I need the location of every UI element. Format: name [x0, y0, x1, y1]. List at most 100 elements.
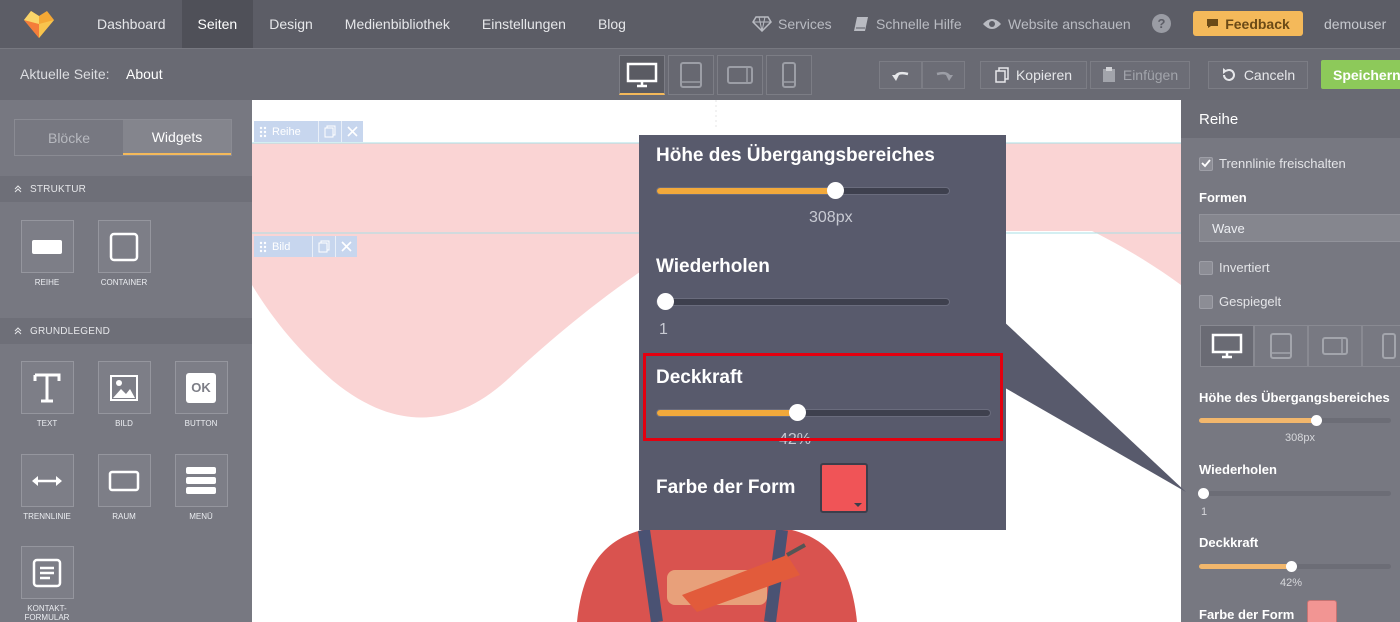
image-tag-label: Bild: [272, 240, 291, 253]
widget-contact-form[interactable]: KONTAKT- FORMULAR: [12, 546, 82, 622]
current-page-label: Aktuelle Seite:: [20, 66, 110, 82]
widget-container[interactable]: CONTAINER: [89, 220, 159, 287]
rp-opacity-knob[interactable]: [1286, 561, 1298, 572]
popup-repeat-label: Wiederholen: [656, 256, 770, 277]
shape-select[interactable]: Wave: [1199, 214, 1400, 242]
tab-blocks[interactable]: Blöcke: [15, 120, 123, 155]
copy-label: Kopieren: [1015, 67, 1073, 83]
speech-bubble-icon: [1207, 19, 1219, 28]
logo-icon: [24, 11, 54, 38]
feedback-button[interactable]: Feedback: [1193, 11, 1303, 36]
close-icon[interactable]: [341, 121, 363, 142]
popup-transition-knob[interactable]: [827, 182, 845, 199]
device-tablet-landscape-button[interactable]: [717, 55, 763, 95]
row-icon: [32, 239, 62, 254]
inverted-checkbox[interactable]: Invertiert: [1199, 260, 1270, 275]
row-element-tag[interactable]: Reihe: [254, 121, 363, 142]
user-menu[interactable]: demouser: [1324, 0, 1386, 48]
shapes-label: Formen: [1199, 190, 1247, 205]
widget-menu[interactable]: MENÜ: [166, 454, 236, 521]
panel-tabs: Blöcke Widgets: [14, 119, 232, 156]
rp-transition-value: 308px: [1285, 432, 1315, 444]
cancel-button[interactable]: Canceln: [1208, 61, 1308, 89]
current-page-selector[interactable]: About: [126, 66, 163, 82]
nav-settings[interactable]: Einstellungen: [466, 0, 582, 48]
drag-handle-icon[interactable]: [254, 121, 272, 142]
widget-image[interactable]: BILD: [89, 361, 159, 428]
paste-button[interactable]: Einfügen: [1090, 61, 1190, 89]
rp-device-desktop[interactable]: [1200, 325, 1254, 367]
quick-help-label: Schnelle Hilfe: [876, 16, 962, 32]
rp-transition-knob[interactable]: [1311, 415, 1323, 426]
section-basic-label: GRUNDLEGEND: [30, 325, 110, 337]
tablet-landscape-icon: [1322, 337, 1348, 355]
rp-device-phone[interactable]: [1362, 325, 1400, 367]
rp-repeat-label: Wiederholen: [1199, 462, 1277, 477]
cancel-label: Canceln: [1243, 67, 1296, 83]
rp-opacity-slider[interactable]: [1199, 561, 1391, 572]
rp-device-tablet-landscape[interactable]: [1308, 325, 1362, 367]
phone-icon: [1382, 333, 1396, 359]
nav-media-library[interactable]: Medienbibliothek: [329, 0, 466, 48]
widget-row[interactable]: REIHE: [12, 220, 82, 287]
quick-help-link[interactable]: Schnelle Hilfe: [852, 0, 962, 48]
rp-device-tablet[interactable]: [1254, 325, 1308, 367]
device-desktop-button[interactable]: [619, 55, 665, 95]
paste-icon: [1102, 67, 1115, 82]
save-button[interactable]: Speichern: [1321, 60, 1400, 89]
logo[interactable]: [0, 0, 78, 48]
mirrored-checkbox[interactable]: Gespiegelt: [1199, 294, 1281, 309]
popup-repeat-slider[interactable]: [656, 293, 950, 310]
caret-down-icon: [854, 503, 862, 507]
opacity-highlight-frame: [643, 353, 1003, 441]
section-structure[interactable]: STRUKTUR: [0, 176, 252, 202]
widget-button[interactable]: OK BUTTON: [166, 361, 236, 428]
section-basic[interactable]: GRUNDLEGEND: [0, 318, 252, 344]
copy-icon[interactable]: [318, 121, 341, 142]
enable-divider-checkbox[interactable]: Trennlinie freischalten: [1199, 156, 1346, 171]
widget-contact-form-label: KONTAKT- FORMULAR: [24, 604, 70, 622]
services-link[interactable]: Services: [752, 0, 832, 48]
help-icon[interactable]: ?: [1152, 14, 1171, 33]
menu-icon: [186, 466, 216, 494]
paste-label: Einfügen: [1122, 67, 1179, 83]
button-icon: OK: [186, 372, 216, 403]
copy-button[interactable]: Kopieren: [980, 61, 1087, 89]
device-tablet-button[interactable]: [668, 55, 714, 95]
widget-space[interactable]: RAUM: [89, 454, 159, 521]
drag-handle-icon[interactable]: [254, 236, 272, 257]
popup-repeat-knob[interactable]: [657, 293, 674, 310]
undo-button[interactable]: [879, 61, 922, 89]
rp-color-swatch[interactable]: [1307, 600, 1337, 622]
widget-text[interactable]: TEXT: [12, 361, 82, 428]
desktop-icon: [1211, 333, 1243, 359]
nav-pages[interactable]: Seiten: [181, 0, 254, 48]
tab-widgets[interactable]: Widgets: [123, 120, 231, 155]
image-icon: [110, 374, 138, 401]
popup-transition-slider[interactable]: [656, 182, 950, 199]
rp-repeat-knob[interactable]: [1197, 488, 1209, 499]
device-phone-button[interactable]: [766, 55, 812, 95]
nav-blog[interactable]: Blog: [582, 0, 642, 48]
rp-repeat-slider[interactable]: [1197, 488, 1391, 499]
redo-button[interactable]: [922, 61, 965, 89]
image-element-tag[interactable]: Bild: [254, 236, 357, 257]
popup-color-swatch[interactable]: [820, 463, 868, 513]
eye-icon: [983, 19, 1001, 29]
widget-divider[interactable]: TRENNLINIE: [12, 454, 82, 521]
reset-icon: [1222, 68, 1235, 81]
view-site-link[interactable]: Website anschauen: [982, 0, 1131, 48]
enable-divider-label: Trennlinie freischalten: [1219, 156, 1346, 171]
undo-icon: [891, 71, 908, 81]
popup-color-label: Farbe der Form: [656, 477, 796, 498]
widget-container-label: CONTAINER: [100, 278, 148, 287]
diamond-icon: [752, 16, 772, 32]
widget-image-label: BILD: [115, 419, 133, 428]
rp-transition-slider[interactable]: [1199, 415, 1391, 426]
nav-dashboard[interactable]: Dashboard: [81, 0, 182, 48]
nav-design[interactable]: Design: [253, 0, 329, 48]
checkmark-icon: [1199, 156, 1213, 171]
close-icon[interactable]: [335, 236, 357, 257]
panel-title: Reihe: [1181, 100, 1400, 138]
copy-icon[interactable]: [312, 236, 335, 257]
